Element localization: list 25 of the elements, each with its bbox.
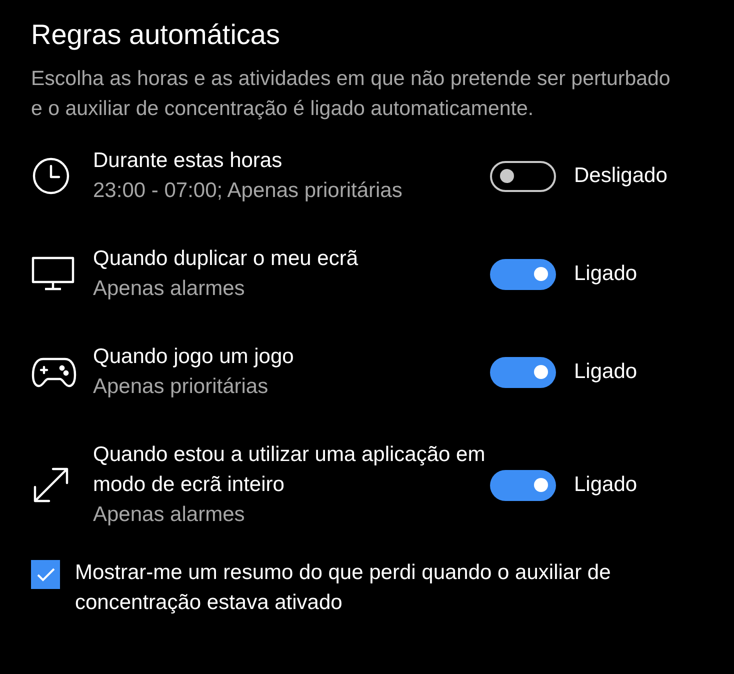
- checkbox[interactable]: [31, 560, 60, 589]
- toggle-switch[interactable]: [490, 356, 556, 388]
- rule-subtitle: Apenas alarmes: [93, 502, 246, 528]
- checkbox-label: Mostrar-me um resumo do que perdi quando o auxiliar de concentração estava ativado: [75, 560, 612, 616]
- rule-subtitle: Apenas prioritárias: [93, 374, 270, 400]
- expand-arrows-icon: [31, 465, 71, 505]
- toggle-switch[interactable]: [490, 258, 556, 290]
- monitor-icon: [31, 256, 75, 292]
- clock-icon: [31, 156, 71, 196]
- rule-title: Quando duplicar o meu ecrã: [93, 246, 359, 272]
- section-description: Escolha as horas e as atividades em que não pretende ser perturbado e o auxiliar de concentração é ligado automaticamente.: [31, 66, 672, 122]
- checkmark-icon: [36, 566, 56, 582]
- toggle-switch[interactable]: [490, 470, 556, 500]
- gamepad-icon: [31, 355, 77, 389]
- rule-title: Durante estas horas: [93, 148, 284, 174]
- toggle-switch[interactable]: [490, 160, 556, 192]
- section-title: Regras automáticas: [31, 18, 282, 52]
- toggle-state-label: Ligado: [574, 473, 638, 497]
- toggle-state-label: Ligado: [574, 262, 638, 286]
- rule-title: Quando jogo um jogo: [93, 344, 295, 370]
- toggle-state-label: Desligado: [574, 164, 668, 188]
- rule-subtitle: 23:00 - 07:00; Apenas prioritárias: [93, 178, 404, 204]
- rule-title: Quando estou a utilizar uma aplicação em modo de ecrã inteiro: [93, 442, 486, 498]
- rule-subtitle: Apenas alarmes: [93, 276, 246, 302]
- toggle-state-label: Ligado: [574, 360, 638, 384]
